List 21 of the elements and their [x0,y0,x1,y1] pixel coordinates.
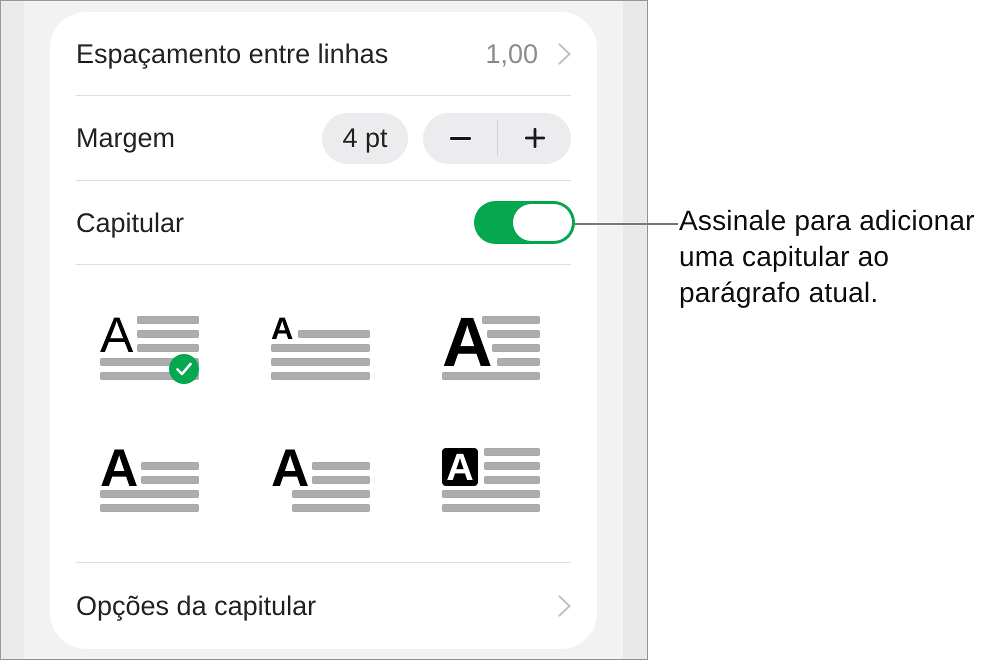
row-label: Opções da capitular [76,590,316,622]
checkmark-icon [169,354,199,384]
row-label: Capitular [76,206,184,238]
callout-text: Assinale para adicionar uma capitular ao parágrafo atual. [679,204,976,310]
plus-icon [524,128,544,148]
text-lines-icon [442,448,540,512]
drop-cap-style-button[interactable]: A [271,313,371,385]
drop-cap-style-button[interactable]: A [442,445,542,517]
drop-cap-style-button[interactable]: A [442,313,542,385]
minus-icon [450,136,470,140]
drop-cap-style-button[interactable]: A [100,445,200,517]
chevron-right-icon[interactable] [558,42,571,64]
row-value: 1,00 [485,38,538,70]
row-label: Margem [76,122,176,154]
drop-cap-style-button[interactable]: A [271,445,371,517]
text-lines-icon [442,316,540,380]
chevron-right-icon[interactable] [558,595,571,617]
toggle-switch[interactable] [474,201,575,244]
drop-cap-style-button[interactable]: A [100,313,200,385]
value-field[interactable]: 4 pt [322,112,408,164]
row-label: Espaçamento entre linhas [76,38,388,70]
